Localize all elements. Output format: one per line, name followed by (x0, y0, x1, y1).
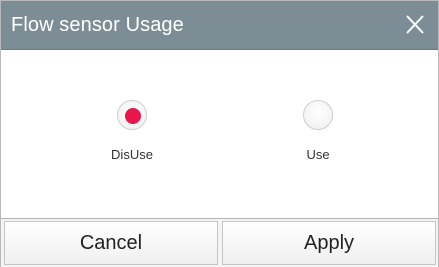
radio-selected-dot (125, 108, 141, 124)
close-button[interactable] (396, 7, 434, 43)
dialog-title: Flow sensor Usage (11, 14, 184, 36)
radio-label-use: Use (306, 147, 330, 162)
radio-option-disuse[interactable]: DisUse (92, 100, 172, 170)
radio-button-use[interactable] (303, 100, 333, 130)
radio-option-use[interactable]: Use (278, 100, 358, 170)
flow-sensor-usage-dialog: Flow sensor Usage DisUse Use Cancel Appl… (0, 0, 439, 267)
radio-button-disuse[interactable] (117, 100, 147, 130)
dialog-footer: Cancel Apply (1, 218, 438, 267)
apply-button[interactable]: Apply (222, 221, 436, 265)
close-icon (406, 15, 424, 34)
dialog-titlebar: Flow sensor Usage (1, 1, 438, 50)
radio-label-disuse: DisUse (111, 147, 153, 162)
cancel-button[interactable]: Cancel (4, 221, 218, 265)
dialog-body: DisUse Use (1, 50, 438, 218)
